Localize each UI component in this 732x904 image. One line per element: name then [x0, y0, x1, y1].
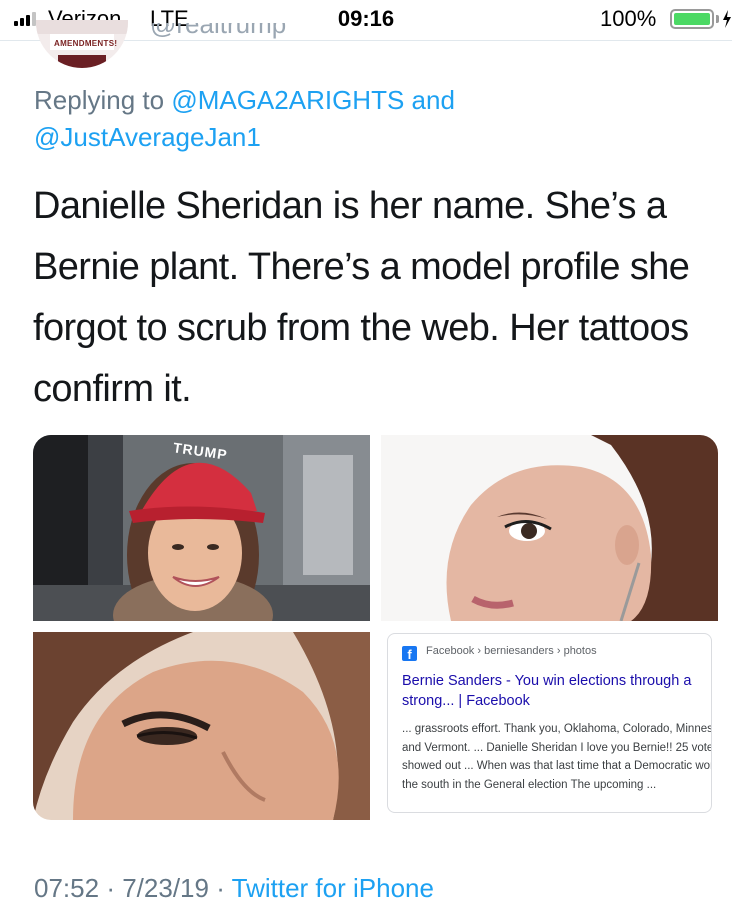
replying-to-label: Replying to: [34, 85, 165, 115]
tweet-footer: 07:52 · 7/23/19 · Twitter for iPhone: [34, 873, 434, 904]
battery-percent: 100%: [600, 6, 657, 31]
charging-icon: [722, 10, 732, 28]
author-avatar[interactable]: AMENDMENTS!: [36, 20, 128, 68]
replying-to: Replying to @MAGA2ARIGHTS and @JustAvera…: [34, 82, 714, 156]
mention-conjunction[interactable]: and: [412, 85, 455, 115]
media-photo-4[interactable]: f Facebook › berniesanders › photos Bern…: [381, 632, 718, 820]
result-title: Bernie Sanders - You win elections throu…: [402, 673, 692, 709]
search-result-card: f Facebook › berniesanders › photos Bern…: [387, 633, 712, 813]
media-photo-3[interactable]: [33, 632, 370, 820]
result-snippet: ... grassroots effort. Thank you, Oklaho…: [402, 723, 712, 791]
media-photo-1[interactable]: TRUMP: [33, 435, 370, 621]
tweet-media-grid[interactable]: TRUMP f Facebook › berniesanders › photo…: [33, 435, 718, 820]
photo-woman-profile-closeup-icon: [381, 435, 718, 621]
photo-woman-face-closeup-icon: [33, 632, 370, 820]
separator-1: ·: [106, 873, 115, 903]
separator-2: ·: [216, 873, 225, 903]
mention-link-1[interactable]: @MAGA2ARIGHTS: [171, 85, 404, 115]
battery-fill: [674, 13, 710, 25]
author-handle-partial[interactable]: @realtrump: [150, 23, 350, 41]
tweet-time: 07:52: [34, 873, 100, 903]
battery-icon: [670, 9, 714, 29]
tweet-source-link[interactable]: Twitter for iPhone: [232, 873, 434, 903]
media-photo-2[interactable]: [381, 435, 718, 621]
photo-woman-red-cap-icon: [33, 435, 370, 621]
result-breadcrumb: Facebook › berniesanders › photos: [426, 645, 597, 657]
tweet-text: Danielle Sheridan is her name. She’s a B…: [33, 185, 690, 410]
mention-link-2[interactable]: @JustAverageJan1: [34, 122, 261, 152]
battery-tip: [716, 15, 719, 23]
avatar-text: AMENDMENTS!: [54, 39, 118, 48]
facebook-icon: f: [402, 646, 417, 662]
tweet-date: 7/23/19: [122, 873, 209, 903]
